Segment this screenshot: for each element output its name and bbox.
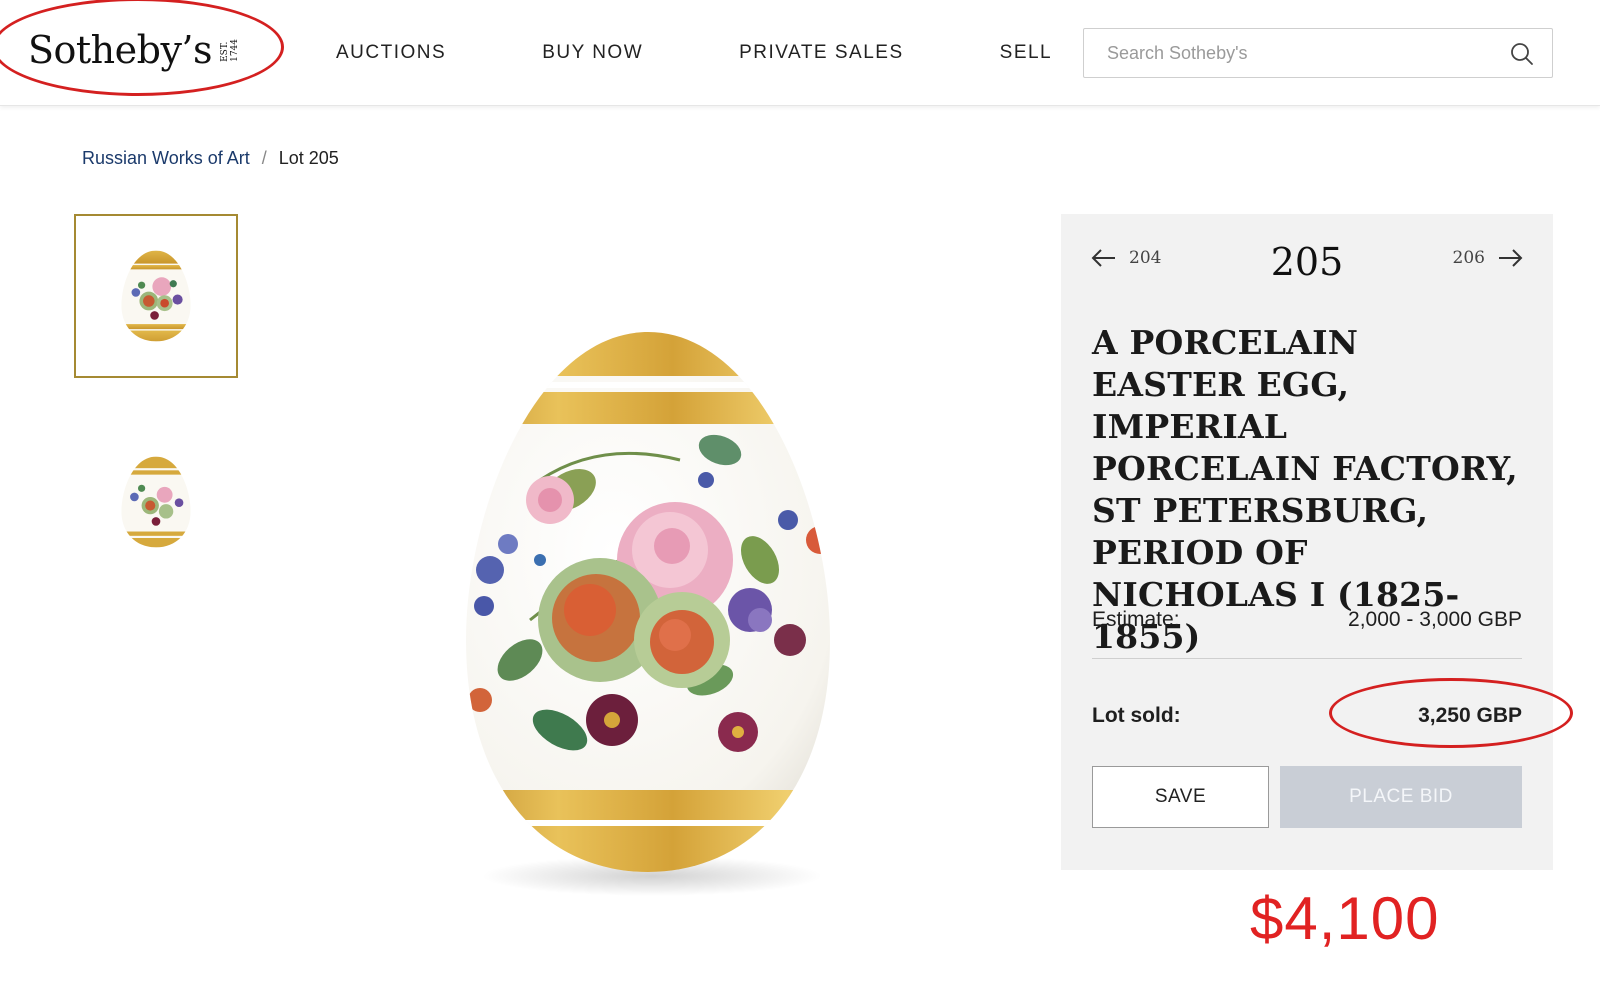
lot-sold-label: Lot sold: [1092, 704, 1181, 727]
arrow-right-icon [1499, 249, 1523, 267]
next-lot-number: 206 [1452, 248, 1485, 268]
nav-buy-now[interactable]: BUY NOW [542, 42, 643, 64]
breadcrumb-current: Lot 205 [278, 148, 339, 168]
lot-details-panel: 204 205 206 A PORCELAIN EASTER EGG, IMPE… [1061, 214, 1573, 870]
sold-price-highlight-circle [1329, 678, 1573, 748]
estimate-row: Estimate: 2,000 - 3,000 GBP [1092, 608, 1522, 632]
search-icon[interactable] [1510, 42, 1534, 66]
thumbnail-1-selected[interactable] [74, 214, 238, 378]
egg-thumbnail-image [121, 456, 191, 548]
site-header: Sotheby’s EST. 1744 AUCTIONS BUY NOW PRI… [0, 0, 1600, 106]
main-nav: AUCTIONS BUY NOW PRIVATE SALES SELL [336, 42, 1148, 64]
breadcrumb: Russian Works of Art / Lot 205 [82, 148, 339, 169]
nav-sell[interactable]: SELL [1000, 42, 1052, 64]
logo-highlight-circle [0, 0, 284, 96]
thumbnail-2[interactable] [74, 420, 238, 584]
estimate-label: Estimate: [1092, 608, 1180, 631]
nav-auctions[interactable]: AUCTIONS [336, 42, 446, 64]
search-box [1083, 28, 1553, 78]
breadcrumb-separator: / [261, 148, 267, 168]
usd-price-annotation: $4,100 [1250, 885, 1440, 952]
nav-private-sales[interactable]: PRIVATE SALES [739, 42, 904, 64]
estimate-value: 2,000 - 3,000 GBP [1348, 608, 1522, 631]
save-button[interactable]: SAVE [1092, 766, 1269, 828]
panel-divider [1092, 658, 1522, 659]
place-bid-button[interactable]: PLACE BID [1280, 766, 1522, 828]
next-lot-link[interactable]: 206 [1453, 248, 1523, 268]
breadcrumb-category-link[interactable]: Russian Works of Art [82, 148, 250, 169]
lot-navigation: 204 205 206 [1091, 240, 1523, 284]
lot-main-image[interactable] [420, 320, 880, 900]
egg-thumbnail-image [121, 250, 191, 342]
search-input[interactable] [1107, 42, 1487, 64]
